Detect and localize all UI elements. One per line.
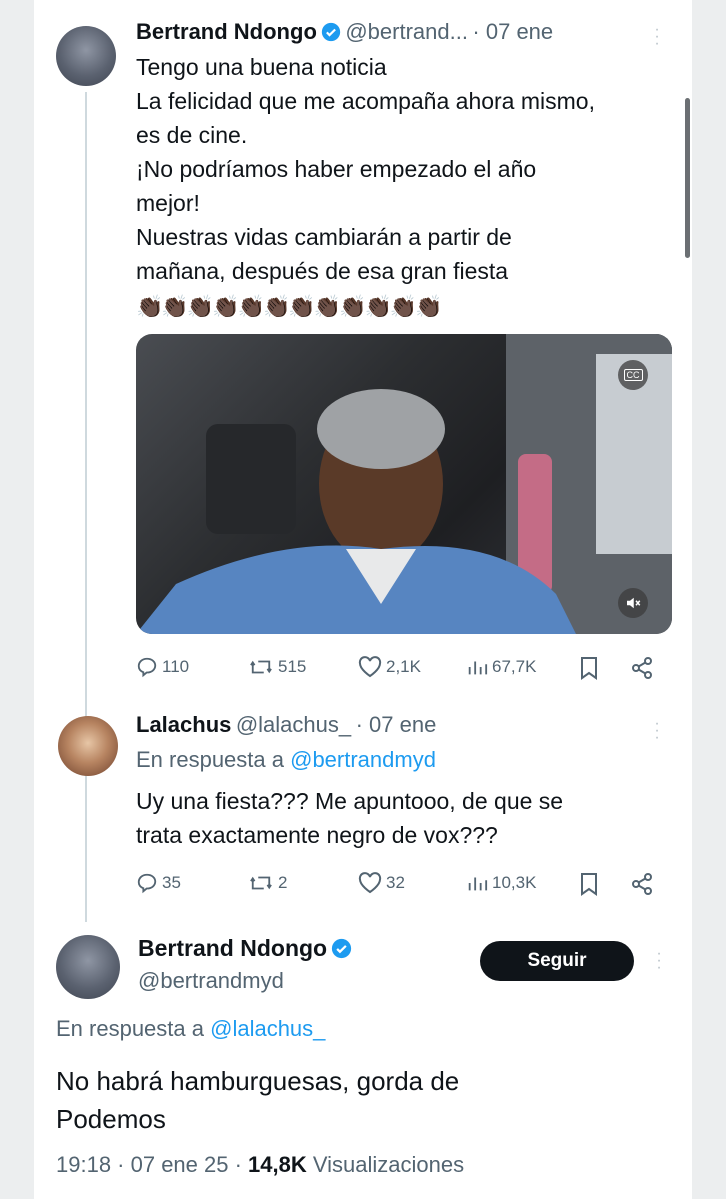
reply-button[interactable]: 35 (136, 872, 181, 894)
tweet-date[interactable]: · 07 ene (472, 19, 553, 44)
reply-context: En respuesta a @lalachus_ (56, 1016, 326, 1041)
views-icon (468, 877, 488, 891)
tweet-text: No habrá hamburguesas, gorda de Podemos (56, 1066, 460, 1134)
closed-captions-icon[interactable]: CC (618, 360, 648, 390)
author-name[interactable]: Bertrand Ndongo (136, 19, 317, 44)
views-label: Visualizaciones (312, 1152, 465, 1177)
follow-button[interactable]: Seguir (480, 941, 634, 981)
author-handle[interactable]: @bertrand... (345, 19, 468, 44)
heart-icon (358, 656, 382, 678)
retweet-icon (250, 660, 272, 674)
reply-button[interactable]: 110 (136, 656, 189, 678)
reply-icon (137, 873, 157, 894)
thread-line (85, 92, 87, 922)
verified-badge-icon (321, 22, 341, 42)
author-name[interactable]: Bertrand Ndongo (138, 935, 327, 961)
retweet-button[interactable]: 2 (248, 872, 287, 894)
bookmark-icon[interactable] (578, 872, 600, 896)
retweet-button[interactable]: 515 (248, 656, 306, 678)
tweet-date[interactable]: · 07 ene (356, 712, 437, 737)
more-options-icon[interactable]: · · · (652, 22, 662, 52)
tweet-header: Lalachus @lalachus_ · 07 ene (136, 712, 436, 738)
share-icon[interactable] (630, 656, 654, 680)
tweet-timestamp: 19:18 · 07 ene 25 · 14,8K Visualizacione… (56, 1152, 464, 1178)
mute-icon[interactable] (618, 588, 648, 618)
more-options-icon[interactable]: · · · (652, 716, 662, 746)
views-button[interactable]: 10,3K (466, 872, 536, 894)
author-info: Bertrand Ndongo @bertrandmyd (138, 935, 352, 994)
tweet-text: Uy una fiesta??? Me apuntooo, de que se … (136, 788, 564, 848)
more-options-icon[interactable]: · · · (654, 946, 664, 976)
tweet-text: Tengo una buena noticia La felicidad que… (136, 54, 595, 284)
video-frame (136, 334, 672, 634)
views-count: 14,8K (248, 1152, 307, 1177)
clapping-hands-emoji: 👏🏿👏🏿👏🏿👏🏿👏🏿👏🏿👏🏿👏🏿👏🏿👏🏿👏🏿👏🏿 (136, 294, 443, 319)
reply-context: En respuesta a @bertrandmyd (136, 747, 436, 772)
post-time[interactable]: 19:18 · 07 ene 25 · (56, 1152, 242, 1177)
views-icon (468, 661, 488, 675)
scrollbar[interactable] (685, 98, 690, 258)
share-icon[interactable] (630, 872, 654, 896)
reply-to-link[interactable]: @lalachus_ (210, 1016, 325, 1041)
reply-icon (137, 657, 157, 678)
avatar-lalachus[interactable] (58, 716, 118, 776)
verified-badge-icon (331, 938, 352, 959)
retweet-icon (250, 876, 272, 890)
heart-icon (358, 872, 382, 894)
views-button[interactable]: 67,7K (466, 656, 536, 678)
tweet-video[interactable]: CC (136, 334, 672, 634)
avatar-bertrand[interactable] (56, 26, 116, 86)
author-name[interactable]: Lalachus (136, 712, 231, 737)
tweet-header: Bertrand Ndongo @bertrand... · 07 ene (136, 19, 553, 45)
like-button[interactable]: 32 (358, 872, 405, 894)
bookmark-icon[interactable] (578, 656, 600, 680)
avatar-bertrand[interactable] (56, 935, 120, 999)
author-handle[interactable]: @bertrandmyd (138, 968, 352, 994)
reply-to-link[interactable]: @bertrandmyd (290, 747, 436, 772)
page: Bertrand Ndongo @bertrand... · 07 ene · ·… (34, 0, 692, 1199)
author-handle[interactable]: @lalachus_ (236, 712, 351, 737)
like-button[interactable]: 2,1K (358, 656, 421, 678)
